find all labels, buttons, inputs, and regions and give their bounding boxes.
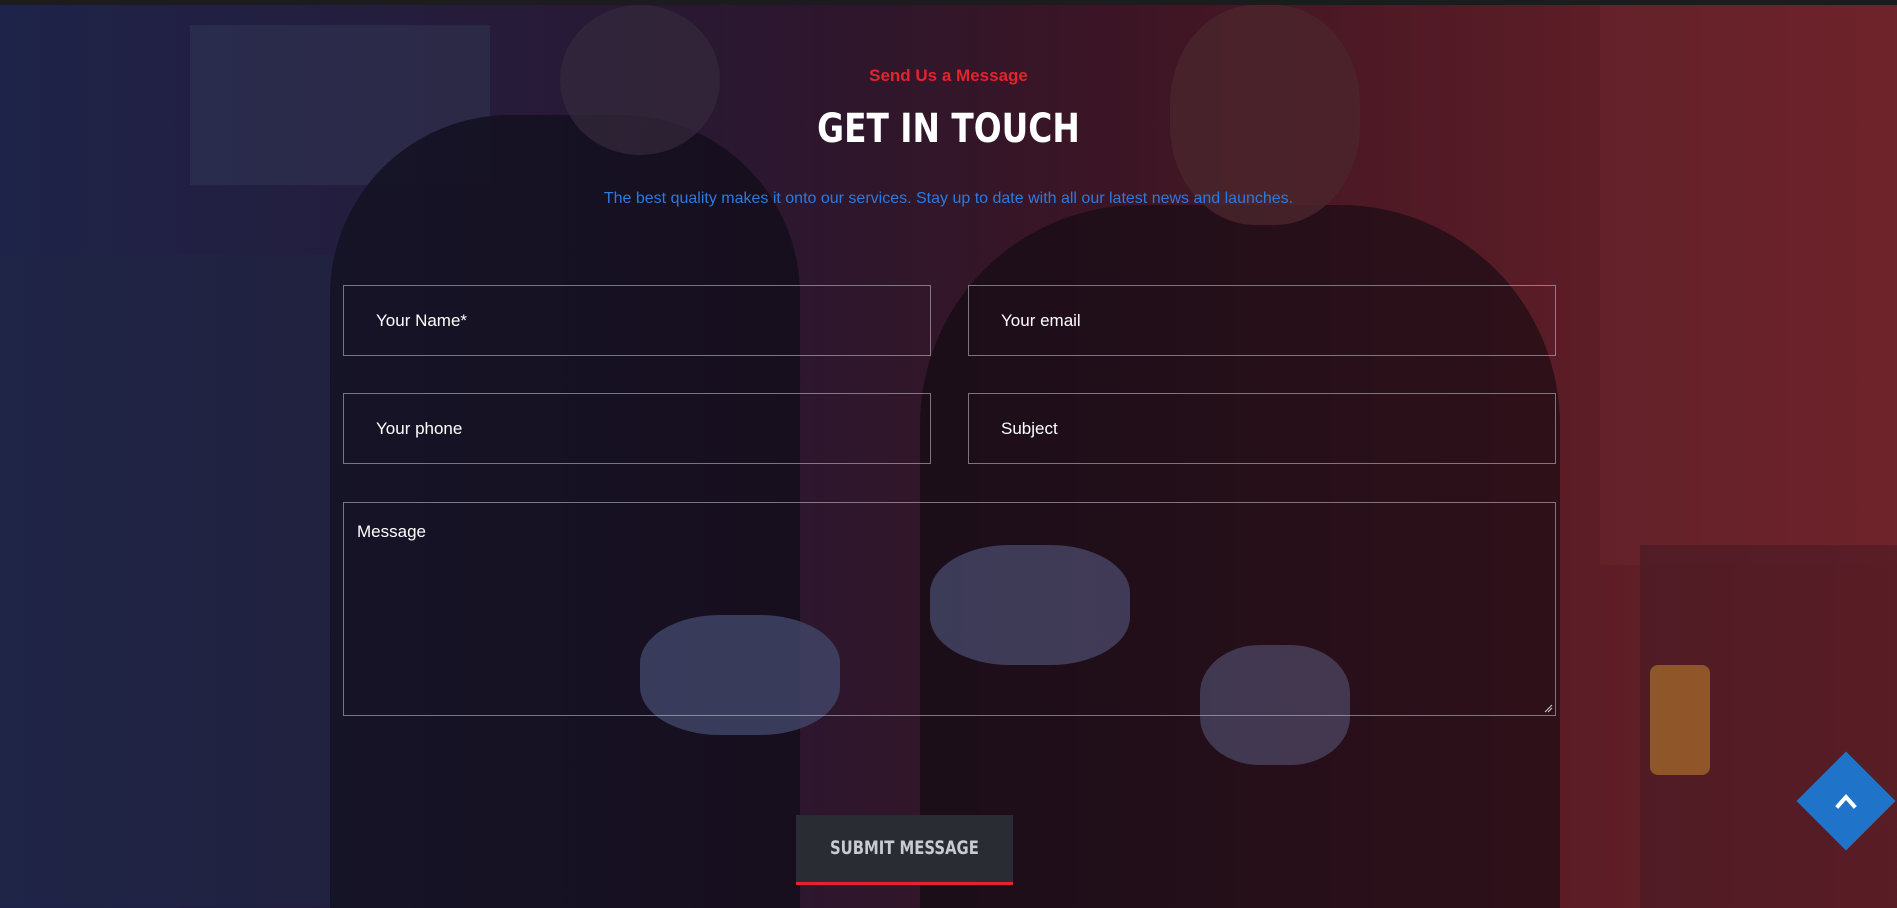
message-textarea[interactable]: Message <box>343 502 1556 716</box>
phone-placeholder: Your phone <box>376 418 463 438</box>
top-border <box>0 0 1897 5</box>
submit-label: SUBMIT MESSAGE <box>830 837 979 859</box>
resize-handle-icon[interactable] <box>1543 703 1553 713</box>
section-title: GET IN TOUCH <box>817 106 1080 152</box>
subject-input[interactable]: Subject <box>968 393 1556 464</box>
section-subtitle: The best quality makes it onto our servi… <box>603 190 1294 207</box>
email-input[interactable]: Your email <box>968 285 1556 356</box>
chevron-up-icon <box>1835 793 1857 809</box>
message-placeholder: Message <box>357 522 426 541</box>
name-input[interactable]: Your Name* <box>343 285 931 356</box>
scroll-to-top-button[interactable] <box>1796 751 1896 851</box>
subject-placeholder: Subject <box>1001 418 1058 438</box>
name-placeholder: Your Name* <box>376 310 468 330</box>
phone-input[interactable]: Your phone <box>343 393 931 464</box>
submit-message-button[interactable]: SUBMIT MESSAGE <box>796 815 1013 885</box>
email-placeholder: Your email <box>1001 310 1081 330</box>
section-eyebrow: Send Us a Message <box>869 66 1028 85</box>
